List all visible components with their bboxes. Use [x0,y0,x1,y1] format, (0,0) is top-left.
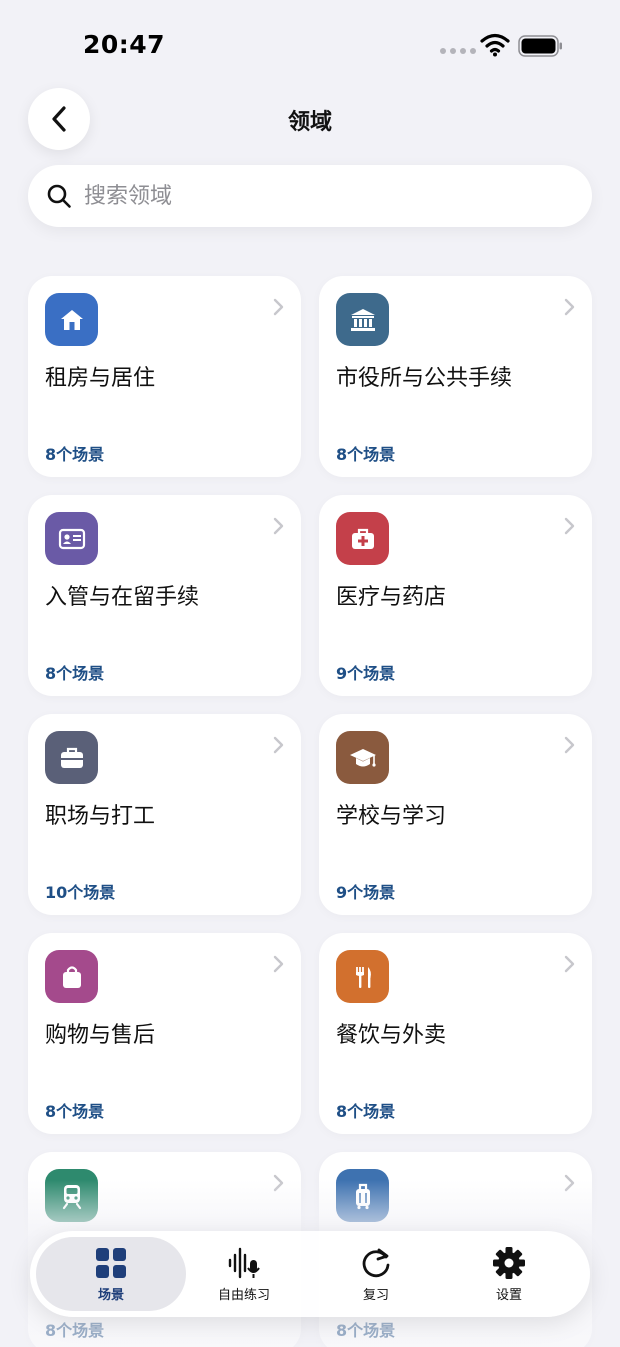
card-icon-tile [45,950,98,1003]
card-title: 餐饮与外卖 [336,1023,447,1048]
card-title: 购物与售后 [45,1023,156,1048]
id-card-icon [58,528,85,549]
domain-card[interactable]: 市役所与公共手续 8个场景 [319,276,592,477]
card-scene-count: 8个场景 [336,1102,396,1121]
chevron-right-icon [564,1174,575,1192]
wifi-icon [480,33,510,57]
tab-free-practice[interactable]: 自由练习 [179,1231,309,1317]
fork-knife-icon [355,966,371,988]
chevron-right-icon [273,736,284,754]
card-scene-count: 10个场景 [45,883,116,902]
first-aid-kit-icon [351,528,374,549]
domain-card[interactable]: 租房与居住 8个场景 [28,276,301,477]
card-icon-tile [45,731,98,784]
status-time: 20:47 [83,30,166,59]
card-icon-tile [336,293,389,346]
card-scene-count: 8个场景 [45,445,105,464]
battery-icon [518,35,562,57]
tab-label: 设置 [495,1287,522,1303]
chevron-right-icon [273,955,284,973]
luggage-icon [355,1183,370,1209]
train-icon [62,1184,81,1209]
status-bar: 20:47 [0,0,620,80]
tab-label: 场景 [97,1287,124,1303]
tab-label: 自由练习 [217,1287,270,1303]
domain-card[interactable]: 购物与售后 8个场景 [28,933,301,1134]
domain-card[interactable]: 餐饮与外卖 8个场景 [319,933,592,1134]
chevron-right-icon [273,517,284,535]
tab-scenes[interactable]: 场景 [46,1231,176,1317]
card-scene-count: 8个场景 [45,1321,105,1340]
search-icon [47,184,71,208]
domain-card[interactable]: 医疗与药店 9个场景 [319,495,592,696]
cellular-signal-icon [440,48,476,54]
chevron-right-icon [564,955,575,973]
domain-card[interactable]: 学校与学习 9个场景 [319,714,592,915]
shopping-bag-icon [62,965,81,988]
card-icon-tile [336,512,389,565]
chevron-right-icon [564,298,575,316]
tab-review[interactable]: 复习 [311,1231,441,1317]
card-title: 入管与在留手续 [45,585,200,610]
card-icon-tile [336,731,389,784]
search-bar[interactable] [28,165,592,227]
card-scene-count: 8个场景 [45,1102,105,1121]
card-title: 学校与学习 [336,804,447,829]
card-scene-count: 8个场景 [336,1321,396,1340]
chevron-right-icon [564,517,575,535]
card-title: 市役所与公共手续 [336,366,513,391]
chevron-right-icon [273,298,284,316]
card-title: 租房与居住 [45,366,156,391]
domain-card[interactable]: 职场与打工 10个场景 [28,714,301,915]
domain-grid: 租房与居住 8个场景 市役所与公共手续 8个场景 入管与在留手续 8个场景 医疗与药店 9个场… [28,276,592,1347]
refresh-icon [362,1248,390,1277]
card-title: 职场与打工 [45,804,156,829]
tab-bar: 场景 自由练习 复习 设置 [30,1231,590,1317]
card-icon-tile [336,1169,389,1222]
card-title: 医疗与药店 [336,585,447,610]
card-icon-tile [45,1169,98,1222]
tab-settings[interactable]: 设置 [444,1231,574,1317]
card-scene-count: 8个场景 [45,664,105,683]
chevron-right-icon [273,1174,284,1192]
graduation-cap-icon [349,748,376,767]
search-input[interactable] [84,183,544,209]
card-icon-tile [45,512,98,565]
page-title: 领域 [287,110,332,135]
microphone-waveform-icon [228,1247,260,1278]
gear-icon [493,1246,525,1279]
house-icon [60,309,83,330]
card-scene-count: 9个场景 [336,883,396,902]
tab-label: 复习 [362,1287,389,1303]
domain-card[interactable]: 入管与在留手续 8个场景 [28,495,301,696]
card-scene-count: 9个场景 [336,664,396,683]
card-icon-tile [336,950,389,1003]
government-building-icon [350,308,375,331]
chevron-right-icon [564,736,575,754]
briefcase-icon [60,747,83,768]
card-scene-count: 8个场景 [336,445,396,464]
card-icon-tile [45,293,98,346]
grid-icon [96,1247,126,1278]
